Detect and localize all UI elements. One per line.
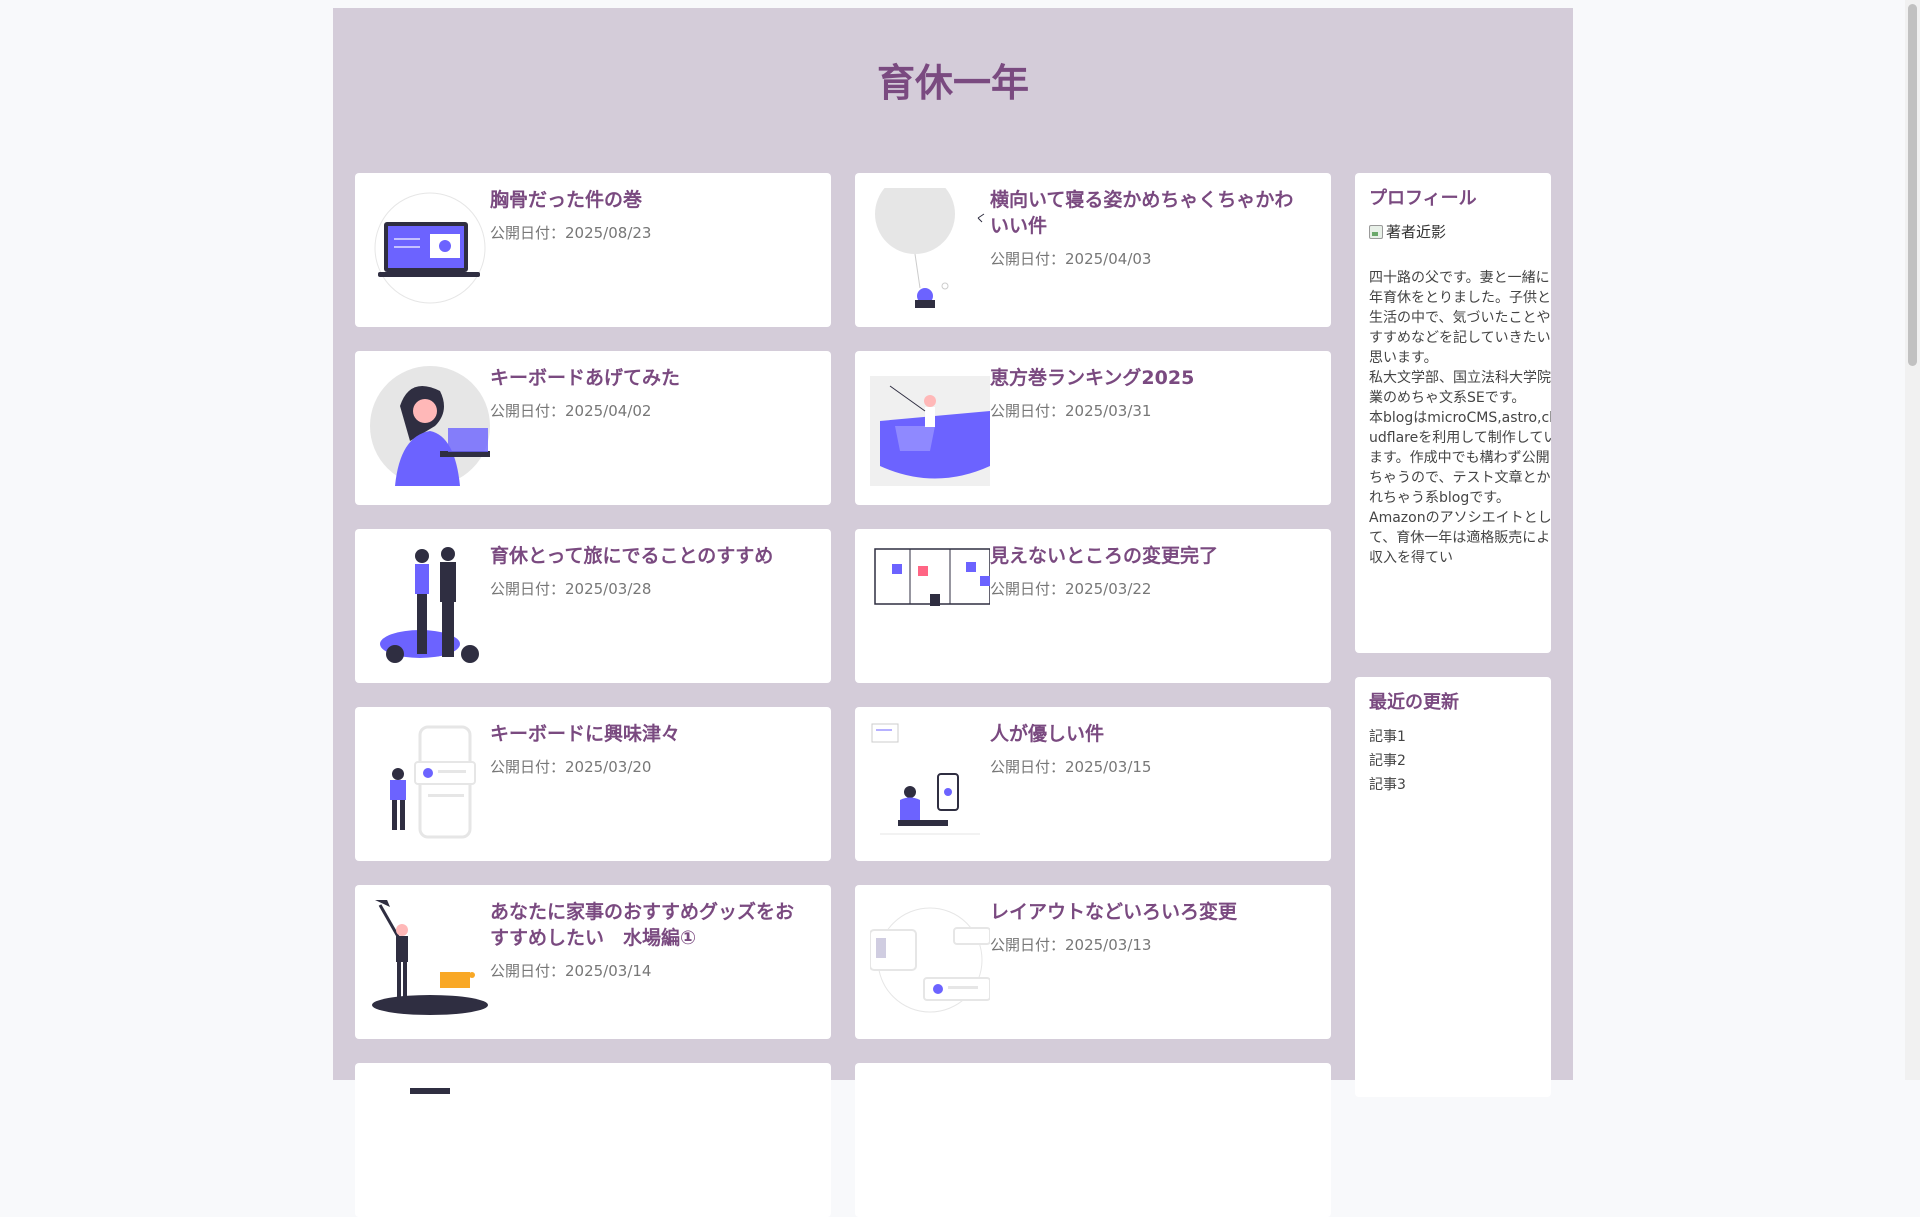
post-card[interactable]: 見えないところの変更完了公開日付：2025/03/22 bbox=[855, 529, 1331, 683]
post-thumbnail[interactable] bbox=[870, 366, 990, 486]
post-card[interactable]: レイアウトなどいろいろ変更公開日付：2025/03/13 bbox=[855, 885, 1331, 1039]
recent-updates-box: 最近の更新 記事1 記事2 記事3 bbox=[1355, 677, 1551, 1097]
post-card[interactable]: キーボードあげてみた公開日付：2025/04/02 bbox=[355, 351, 831, 505]
post-date: 公開日付：2025/03/31 bbox=[990, 402, 1152, 420]
post-thumbnail[interactable] bbox=[370, 900, 490, 1020]
post-title[interactable]: キーボードあげてみた公開日付：2025/04/02 bbox=[490, 365, 809, 421]
post-date: 公開日付：2025/03/14 bbox=[490, 962, 652, 980]
post-card[interactable]: 胸骨だった件の巻公開日付：2025/08/23 bbox=[355, 173, 831, 327]
post-thumbnail[interactable] bbox=[870, 544, 990, 664]
post-thumbnail[interactable] bbox=[370, 1078, 490, 1198]
recent-updates-heading: 最近の更新 bbox=[1369, 692, 1459, 713]
post-date: 公開日付：2025/03/22 bbox=[990, 580, 1152, 598]
page-scrollbar[interactable] bbox=[1905, 0, 1920, 1080]
avatar: 著者近影 bbox=[1369, 221, 1537, 242]
avatar-alt-text: 著者近影 bbox=[1386, 223, 1447, 241]
post-title[interactable]: レイアウトなどいろいろ変更公開日付：2025/03/13 bbox=[990, 899, 1309, 955]
laptop-illustration bbox=[410, 1088, 450, 1094]
post-thumbnail[interactable] bbox=[870, 900, 990, 1020]
post-card[interactable]: 恵方巻ランキング2025 公開日付：2025/03/31 bbox=[855, 351, 1331, 505]
post-title-text[interactable]: 見えないところの変更完了 bbox=[990, 545, 1218, 567]
sidebar: プロフィール 著者近影 四十路の父です。妻と一緒に１年育休をとりました。子供との… bbox=[1355, 173, 1551, 1097]
shovel-treasure-illustration bbox=[372, 900, 488, 1015]
post-thumbnail[interactable] bbox=[370, 366, 490, 486]
post-card[interactable]: 人が優しい件公開日付：2025/03/15 bbox=[855, 707, 1331, 861]
post-date: 公開日付：2025/08/23 bbox=[490, 224, 652, 242]
post-title-text[interactable]: 育休とって旅にでることのすすめ bbox=[490, 545, 773, 567]
post-title[interactable]: 胸骨だった件の巻公開日付：2025/08/23 bbox=[490, 187, 809, 243]
post-title-text[interactable]: あなたに家事のおすすめグッズをおすすめしたい 水場編① bbox=[490, 901, 794, 949]
post-title-text[interactable]: キーボードあげてみた bbox=[490, 367, 680, 389]
woman-laptop-illustration bbox=[370, 366, 490, 486]
post-card[interactable]: キーボードに興味津々公開日付：2025/03/20 bbox=[355, 707, 831, 861]
post-card[interactable]: 育休とって旅にでることのすすめ公開日付：2025/03/28 bbox=[355, 529, 831, 683]
post-title[interactable] bbox=[990, 1077, 1309, 1087]
profile-description: 四十路の父です。妻と一緒に１年育休をとりました。子供との生活の中で、気づいたこと… bbox=[1369, 270, 1551, 566]
post-thumbnail[interactable] bbox=[870, 188, 990, 308]
post-thumbnail[interactable] bbox=[370, 544, 490, 664]
broken-image-icon bbox=[1369, 224, 1383, 239]
post-date: 公開日付：2025/03/13 bbox=[990, 936, 1152, 954]
post-thumbnail[interactable] bbox=[870, 722, 990, 842]
post-title-text[interactable]: 人が優しい件 bbox=[990, 723, 1104, 745]
profile-box: プロフィール 著者近影 四十路の父です。妻と一緒に１年育休をとりました。子供との… bbox=[1355, 173, 1551, 653]
post-title[interactable]: キーボードに興味津々公開日付：2025/03/20 bbox=[490, 721, 809, 777]
post-thumbnail[interactable] bbox=[870, 1078, 990, 1198]
post-date: 公開日付：2025/03/28 bbox=[490, 580, 652, 598]
layout-cards-illustration bbox=[870, 907, 990, 1013]
blank bbox=[870, 1078, 990, 1198]
post-date: 公開日付：2025/03/15 bbox=[990, 758, 1152, 776]
recent-update-link[interactable]: 記事3 bbox=[1369, 773, 1537, 797]
recent-update-link[interactable]: 記事1 bbox=[1369, 725, 1537, 749]
post-card[interactable] bbox=[355, 1063, 831, 1217]
post-date: 公開日付：2025/03/20 bbox=[490, 758, 652, 776]
board-notes-illustration bbox=[874, 548, 990, 606]
post-title-text[interactable]: 胸骨だった件の巻 bbox=[490, 189, 642, 211]
person-phone-illustration bbox=[871, 723, 980, 835]
post-card[interactable]: 横向いて寝る姿かめちゃくちゃかわいい件公開日付：2025/04/03 bbox=[855, 173, 1331, 327]
post-thumbnail[interactable] bbox=[370, 188, 490, 308]
scrollbar-thumb[interactable] bbox=[1908, 4, 1917, 366]
post-title-text[interactable]: 横向いて寝る姿かめちゃくちゃかわいい件 bbox=[990, 189, 1293, 237]
scooter-couple-illustration bbox=[380, 547, 479, 663]
recent-update-link[interactable]: 記事2 bbox=[1369, 749, 1537, 773]
post-date: 公開日付：2025/04/02 bbox=[490, 402, 652, 420]
post-thumbnail[interactable] bbox=[370, 722, 490, 842]
post-title[interactable]: 見えないところの変更完了公開日付：2025/03/22 bbox=[990, 543, 1309, 599]
post-card[interactable] bbox=[855, 1063, 1331, 1217]
post-title[interactable]: 横向いて寝る姿かめちゃくちゃかわいい件公開日付：2025/04/03 bbox=[990, 187, 1309, 269]
phone-checklist-illustration bbox=[390, 725, 476, 839]
post-title-text[interactable]: キーボードに興味津々 bbox=[490, 723, 680, 745]
post-title[interactable]: 人が優しい件公開日付：2025/03/15 bbox=[990, 721, 1309, 777]
post-title[interactable]: 育休とって旅にでることのすすめ公開日付：2025/03/28 bbox=[490, 543, 809, 599]
post-title-text[interactable]: レイアウトなどいろいろ変更 bbox=[990, 901, 1237, 923]
post-title-text[interactable]: 恵方巻ランキング2025 bbox=[990, 367, 1194, 389]
profile-heading: プロフィール bbox=[1369, 188, 1477, 209]
balloon-person-illustration bbox=[875, 188, 985, 308]
laptop-cloud-illustration bbox=[374, 192, 486, 304]
post-title[interactable]: あなたに家事のおすすめグッズをおすすめしたい 水場編① 公開日付：2025/03/… bbox=[490, 899, 809, 981]
site-title[interactable]: 育休一年 bbox=[333, 52, 1573, 107]
post-card[interactable]: あなたに家事のおすすめグッズをおすすめしたい 水場編① 公開日付：2025/03/… bbox=[355, 885, 831, 1039]
post-title[interactable]: 恵方巻ランキング2025 公開日付：2025/03/31 bbox=[990, 365, 1309, 421]
fishing-boat-illustration bbox=[870, 376, 990, 486]
page-container: 育休一年 胸骨だった件の巻公開日付：2025/08/23 横向いて寝る姿かめちゃく… bbox=[333, 8, 1573, 1217]
post-title[interactable] bbox=[490, 1077, 809, 1087]
post-date: 公開日付：2025/04/03 bbox=[990, 250, 1152, 268]
post-grid: 胸骨だった件の巻公開日付：2025/08/23 横向いて寝る姿かめちゃくちゃかわい… bbox=[355, 173, 1331, 1217]
